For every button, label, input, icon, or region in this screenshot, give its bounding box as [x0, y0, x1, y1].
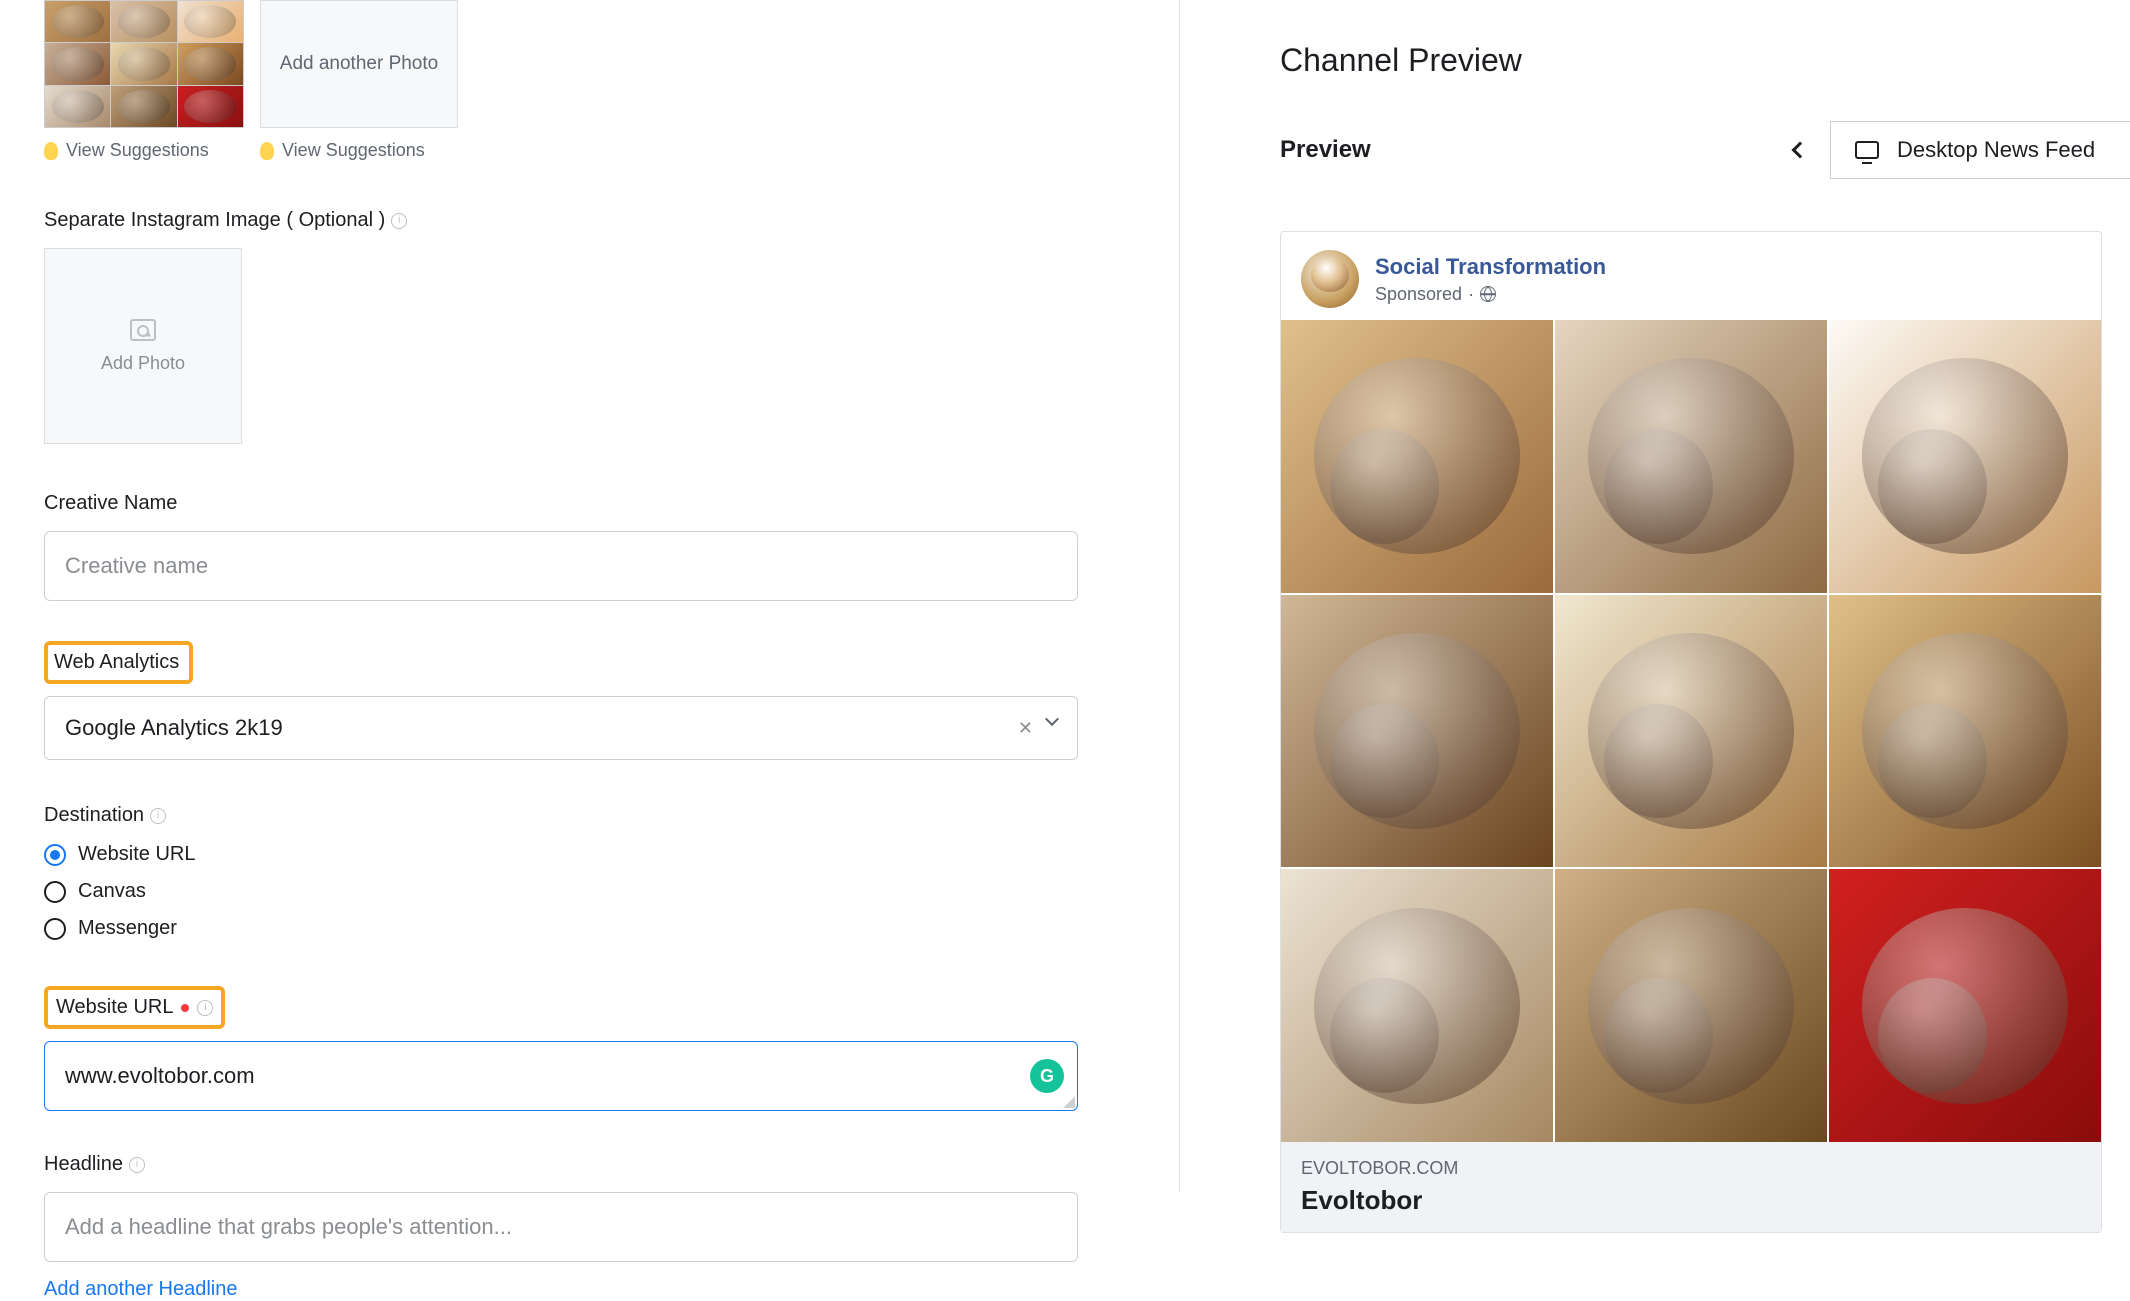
suggestion-label: View Suggestions [282, 140, 425, 161]
website-url-input[interactable] [44, 1041, 1078, 1111]
add-photo-label: Add Photo [101, 353, 185, 374]
globe-icon [1480, 286, 1496, 302]
web-analytics-value: Google Analytics 2k19 [65, 715, 283, 741]
website-url-label: Website URL [56, 996, 173, 1019]
info-icon[interactable]: i [391, 213, 407, 229]
headline-input[interactable] [44, 1192, 1078, 1262]
add-another-photo-label: Add another Photo [280, 53, 438, 75]
info-icon[interactable]: i [129, 1157, 145, 1173]
photo-thumbnail-row: Add another Photo [44, 0, 1135, 128]
add-another-photo-button[interactable]: Add another Photo [260, 0, 458, 128]
destination-option-label: Canvas [78, 880, 146, 903]
image-icon [130, 319, 156, 341]
preview-heading: Preview [1280, 136, 1371, 164]
lightbulb-icon [260, 142, 274, 160]
required-dot-icon [181, 1004, 189, 1012]
website-url-section: Website URL i G [44, 986, 1135, 1111]
chevron-left-icon[interactable] [1792, 142, 1809, 159]
instagram-image-section: Separate Instagram Image ( Optional ) i … [44, 209, 1135, 444]
add-instagram-photo-button[interactable]: Add Photo [44, 248, 242, 444]
lightbulb-icon [44, 142, 58, 160]
website-url-highlight: Website URL i [44, 986, 225, 1029]
selected-photo-thumbnail[interactable] [44, 0, 244, 128]
chevron-down-icon[interactable] [1045, 711, 1059, 725]
web-analytics-select[interactable]: Google Analytics 2k19 ✕ [44, 696, 1078, 760]
ad-preview-card: Social Transformation Sponsored · EVOLTO… [1280, 231, 2102, 1233]
creative-form-panel: Add another Photo View Suggestions View … [0, 0, 1180, 1192]
monitor-icon [1855, 141, 1879, 159]
creative-name-label: Creative Name [44, 492, 1135, 515]
preview-toolbar: Preview Desktop News Feed [1280, 121, 2130, 179]
ad-title: Evoltobor [1301, 1185, 2081, 1216]
ad-image-grid[interactable] [1281, 320, 2101, 1142]
preview-device-select[interactable]: Desktop News Feed [1830, 121, 2130, 179]
web-analytics-highlight: Web Analytics [44, 641, 193, 684]
device-select-label: Desktop News Feed [1897, 137, 2095, 163]
creative-name-section: Creative Name [44, 492, 1135, 601]
channel-preview-title: Channel Preview [1280, 42, 2130, 79]
preview-panel: Channel Preview Preview Desktop News Fee… [1180, 0, 2130, 1192]
view-suggestions-link-1[interactable]: View Suggestions [44, 140, 244, 161]
headline-label: Headline i [44, 1153, 1135, 1176]
website-url-input-wrapper: G [44, 1041, 1078, 1111]
destination-label: Destination i [44, 804, 1135, 827]
ad-footer: EVOLTOBOR.COM Evoltobor [1281, 1142, 2101, 1232]
headline-section: Headline i Add another Headline [44, 1153, 1135, 1301]
radio-icon [44, 844, 66, 866]
ad-header: Social Transformation Sponsored · [1281, 232, 2101, 320]
ad-page-name[interactable]: Social Transformation [1375, 254, 1606, 280]
resize-handle-icon[interactable] [1063, 1096, 1075, 1108]
view-suggestions-link-2[interactable]: View Suggestions [260, 140, 460, 161]
web-analytics-label: Web Analytics [54, 651, 179, 673]
creative-name-input[interactable] [44, 531, 1078, 601]
suggestions-row: View Suggestions View Suggestions [44, 140, 1135, 161]
destination-option-canvas[interactable]: Canvas [44, 880, 1135, 903]
destination-radio-group: Website URL Canvas Messenger [44, 843, 1135, 940]
sponsored-label: Sponsored [1375, 284, 1462, 305]
info-icon[interactable]: i [150, 808, 166, 824]
info-icon[interactable]: i [197, 1000, 213, 1016]
radio-icon [44, 881, 66, 903]
instagram-image-label: Separate Instagram Image ( Optional ) i [44, 209, 1135, 232]
destination-option-website-url[interactable]: Website URL [44, 843, 1135, 866]
destination-option-messenger[interactable]: Messenger [44, 917, 1135, 940]
destination-section: Destination i Website URL Canvas Messeng… [44, 804, 1135, 940]
grammarly-icon[interactable]: G [1030, 1059, 1064, 1093]
radio-icon [44, 918, 66, 940]
destination-option-label: Website URL [78, 843, 195, 866]
destination-option-label: Messenger [78, 917, 177, 940]
clear-icon[interactable]: ✕ [1018, 718, 1033, 739]
ad-domain: EVOLTOBOR.COM [1301, 1158, 2081, 1179]
suggestion-label: View Suggestions [66, 140, 209, 161]
add-another-headline-link[interactable]: Add another Headline [44, 1278, 1135, 1301]
page-avatar[interactable] [1301, 250, 1359, 308]
web-analytics-section: Web Analytics Google Analytics 2k19 ✕ [44, 641, 1135, 760]
